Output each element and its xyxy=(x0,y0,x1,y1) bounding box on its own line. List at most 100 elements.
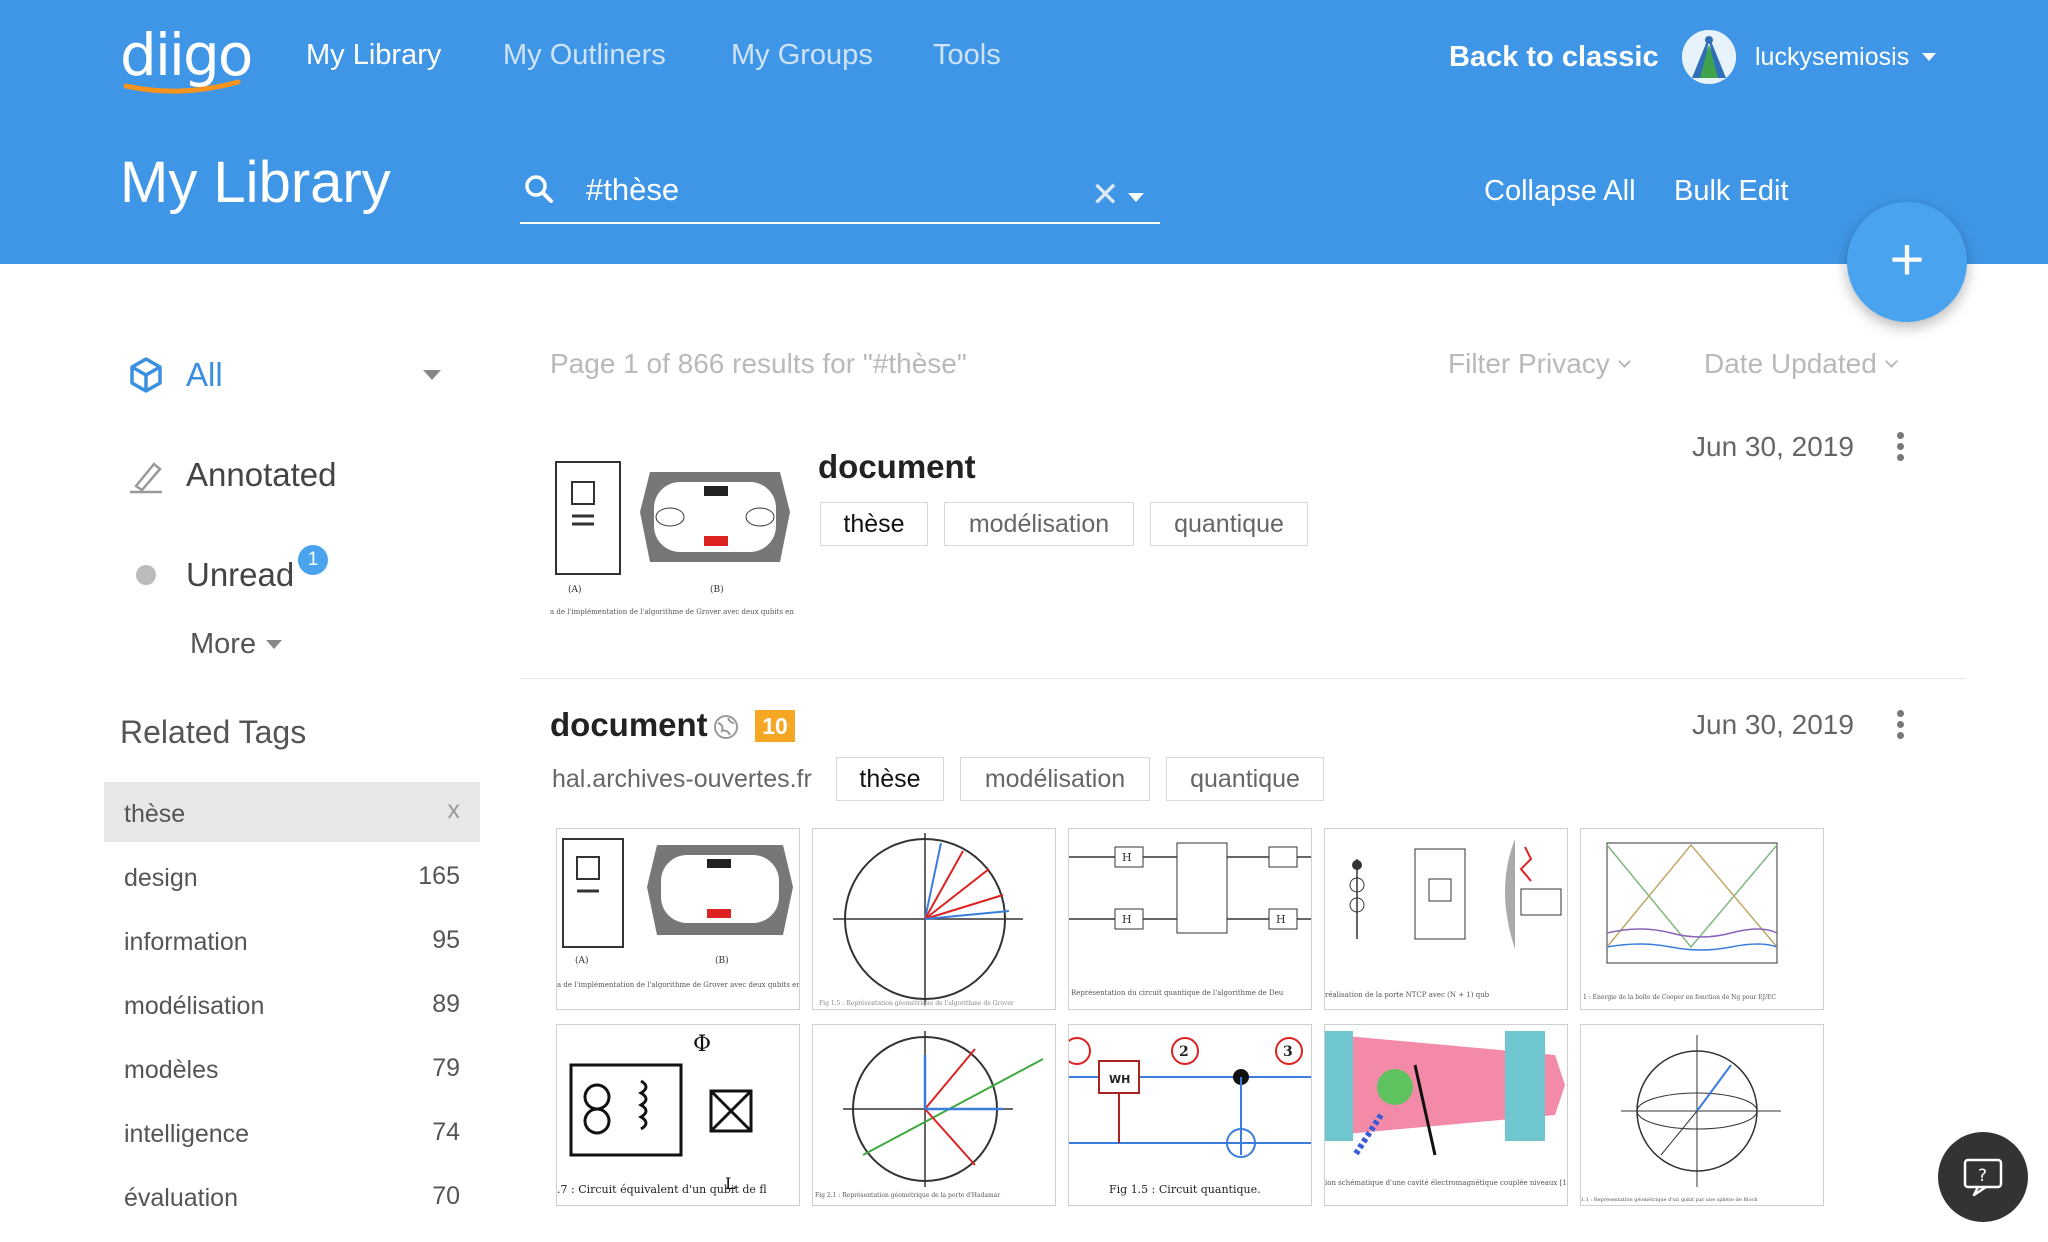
related-tag-row[interactable]: design 165 xyxy=(104,846,480,906)
image-thumbnail[interactable]: Fig 1.5 : Représentation géométrique de … xyxy=(812,828,1056,1010)
qubit-cavity-figure-thumbnail: (A) (B) a de l'implémentation de l'algor… xyxy=(550,461,796,616)
thumb-caption: Fig 2.1 : Représentation géométrique de … xyxy=(815,1192,1000,1199)
related-tag-name: design xyxy=(124,864,198,892)
sidebar-annotated-label: Annotated xyxy=(186,456,337,493)
related-tag-name: modèles xyxy=(124,1056,219,1084)
related-tag-row[interactable]: modélisation 89 xyxy=(104,974,480,1034)
search-options-caret-icon[interactable] xyxy=(1128,193,1144,202)
collapse-all-button[interactable]: Collapse All xyxy=(1484,174,1636,208)
related-tag-row[interactable]: modèles 79 xyxy=(104,1038,480,1098)
date-updated-sort-dropdown[interactable]: Date Updated xyxy=(1704,347,1898,381)
item-tag-chip[interactable]: thèse xyxy=(836,757,944,801)
unread-dot-icon xyxy=(136,565,156,585)
search-input[interactable] xyxy=(586,168,1006,212)
svg-text:?: ? xyxy=(1978,1166,1987,1186)
cavity-schematic-thumbnail: ion schématique d'une cavité électromagn… xyxy=(1325,1025,1568,1205)
search-bar: ✕ xyxy=(520,164,1160,224)
related-tag-row[interactable]: évaluation 70 xyxy=(104,1166,480,1226)
image-thumbnail[interactable]: Fig 2.1 : Représentation géométrique de … xyxy=(812,1024,1056,1206)
item-tag-chip[interactable]: modélisation xyxy=(944,502,1134,546)
image-thumbnail[interactable]: réalisation de la porte NTCP avec (N + 1… xyxy=(1324,828,1568,1010)
hadamard-geometry-thumbnail: Fig 2.1 : Représentation géométrique de … xyxy=(815,1031,1044,1199)
item-menu-kebab-icon[interactable] xyxy=(1895,430,1905,464)
thumb-caption: Représentation du circuit quantique de l… xyxy=(1071,989,1284,997)
username[interactable]: luckysemiosis xyxy=(1755,42,1909,72)
flux-qubit-circuit-thumbnail: Φ L .7 : Circuit équivalent d'un qubit d… xyxy=(557,1032,767,1196)
thumb-caption: Fig 1.5 : Circuit quantique. xyxy=(1109,1183,1261,1196)
item-title-link[interactable]: document xyxy=(550,706,708,744)
thumb-caption: Fig 1.5 : Représentation géométrique de … xyxy=(819,1000,1014,1007)
clear-search-icon[interactable]: ✕ xyxy=(1091,178,1120,212)
user-menu-caret-icon[interactable] xyxy=(1922,53,1936,61)
svg-text:(A): (A) xyxy=(568,584,582,595)
more-caret-icon[interactable] xyxy=(266,640,282,649)
image-thumbnail[interactable]: (A) (B) a de l'implémentation de l'algor… xyxy=(556,828,800,1010)
bulk-edit-button[interactable]: Bulk Edit xyxy=(1674,174,1788,208)
deutsch-circuit-thumbnail: H H H Représentation du circuit quantiqu… xyxy=(1069,842,1311,997)
filter-privacy-label: Filter Privacy xyxy=(1448,348,1610,379)
item-tag-chip[interactable]: quantique xyxy=(1166,757,1324,801)
item-domain-link[interactable]: hal.archives-ouvertes.fr xyxy=(552,764,812,794)
back-to-classic-link[interactable]: Back to classic xyxy=(1449,40,1659,74)
image-thumbnail[interactable]: 1 : Énergie de la boîte de Cooper en fon… xyxy=(1580,828,1824,1010)
item-divider xyxy=(520,678,1966,679)
item-menu-kebab-icon[interactable] xyxy=(1895,708,1905,742)
image-thumbnail[interactable]: 1.1 : Représentation géométrique d'un qu… xyxy=(1580,1024,1824,1206)
related-tag-row[interactable]: intelligence 74 xyxy=(104,1102,480,1162)
related-tag-count: 74 xyxy=(432,1118,460,1146)
item-tag-chip[interactable]: quantique xyxy=(1150,502,1308,546)
item-date: Jun 30, 2019 xyxy=(1692,709,1854,740)
remove-tag-icon[interactable]: x xyxy=(448,796,461,825)
related-tag-count: 70 xyxy=(432,1182,460,1210)
item-thumbnail[interactable]: (A) (B) a de l'implémentation de l'algor… xyxy=(550,452,796,638)
help-chat-button[interactable]: ? xyxy=(1938,1132,2028,1222)
svg-text:H: H xyxy=(1122,851,1132,864)
thumb-caption: .7 : Circuit équivalent d'un qubit de fl xyxy=(557,1183,767,1196)
related-tags-heading: Related Tags xyxy=(120,714,307,750)
nav-my-outliners[interactable]: My Outliners xyxy=(503,38,666,72)
grover-geometry-thumbnail: Fig 1.5 : Représentation géométrique de … xyxy=(819,833,1023,1007)
thumb-caption: réalisation de la porte NTCP avec (N + 1… xyxy=(1325,991,1490,999)
search-icon xyxy=(525,175,553,203)
item-date: Jun 30, 2019 xyxy=(1692,431,1854,462)
thumb-caption: 1.1 : Représentation géométrique d'un qu… xyxy=(1581,1196,1758,1203)
related-tag-row[interactable]: thèse x xyxy=(104,782,480,842)
related-tag-row[interactable]: information 95 xyxy=(104,910,480,970)
item-title-link[interactable]: document xyxy=(818,448,976,486)
related-tag-name: thèse xyxy=(124,800,186,828)
highlighter-icon xyxy=(130,462,162,494)
nav-tools[interactable]: Tools xyxy=(933,38,1001,72)
item-tag-chip[interactable]: thèse xyxy=(820,502,928,546)
avatar[interactable] xyxy=(1682,30,1736,84)
bloch-sphere-thumbnail: 1.1 : Représentation géométrique d'un qu… xyxy=(1581,1035,1781,1203)
more-filters-link[interactable]: More xyxy=(190,627,256,661)
item-tag-chip[interactable]: modélisation xyxy=(960,757,1150,801)
filter-privacy-dropdown[interactable]: Filter Privacy xyxy=(1448,347,1631,381)
image-thumbnail[interactable]: ion schématique d'une cavité électromagn… xyxy=(1324,1024,1568,1206)
svg-text:(A): (A) xyxy=(575,955,589,966)
all-dropdown-caret-icon[interactable] xyxy=(423,370,441,380)
svg-text:WH: WH xyxy=(1109,1073,1130,1086)
annotation-count-badge[interactable]: 10 xyxy=(755,710,795,742)
svg-text:(B): (B) xyxy=(710,584,724,595)
related-tag-count: 95 xyxy=(432,926,460,954)
results-summary: Page 1 of 866 results for "#thèse" xyxy=(550,348,967,379)
thumb-caption: a de l'implémentation de l'algorithme de… xyxy=(557,981,800,989)
qubit-cavity-figure-thumbnail: (A) (B) a de l'implémentation de l'algor… xyxy=(557,838,800,989)
page-title: My Library xyxy=(120,150,391,215)
date-updated-label: Date Updated xyxy=(1704,348,1877,379)
image-thumbnail[interactable]: WH 2 3 Fig 1.5 : Circuit quantique. xyxy=(1068,1024,1312,1206)
related-tag-name: intelligence xyxy=(124,1120,250,1148)
add-bookmark-button[interactable]: + xyxy=(1847,202,1967,322)
nav-my-groups[interactable]: My Groups xyxy=(731,38,873,72)
nav-my-library[interactable]: My Library xyxy=(306,38,441,72)
svg-text:H: H xyxy=(1122,913,1132,926)
diigo-logo[interactable]: diigo xyxy=(120,24,260,94)
related-tag-name: information xyxy=(124,928,248,956)
thumb-caption: ion schématique d'une cavité électromagn… xyxy=(1325,1179,1568,1187)
svg-text:(B): (B) xyxy=(715,955,729,966)
svg-text:3: 3 xyxy=(1283,1044,1293,1060)
image-thumbnail[interactable]: H H H Représentation du circuit quantiqu… xyxy=(1068,828,1312,1010)
cooper-box-energy-thumbnail: 1 : Énergie de la boîte de Cooper en fon… xyxy=(1583,842,1778,1001)
image-thumbnail[interactable]: Φ L .7 : Circuit équivalent d'un qubit d… xyxy=(556,1024,800,1206)
